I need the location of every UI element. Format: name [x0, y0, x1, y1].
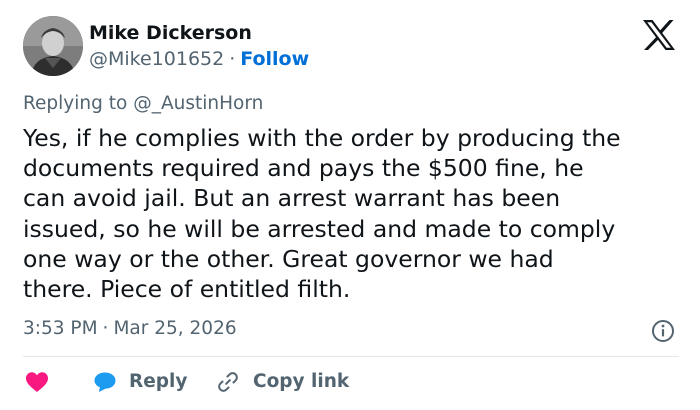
- avatar[interactable]: [23, 16, 83, 76]
- tweet-text: Yes, if he complies with the order by pr…: [23, 124, 621, 304]
- reply-label: Reply: [129, 371, 188, 392]
- follow-button[interactable]: Follow: [240, 48, 309, 70]
- separator-dot: ·: [102, 318, 109, 339]
- like-button[interactable]: [25, 370, 49, 394]
- info-icon[interactable]: [651, 319, 675, 343]
- x-logo-icon[interactable]: [642, 20, 676, 50]
- tweet-date[interactable]: Mar 25, 2026: [113, 318, 236, 339]
- reply-button[interactable]: Reply: [93, 370, 187, 394]
- replying-to: Replying to @_AustinHorn: [23, 92, 263, 116]
- copy-link-label: Copy link: [253, 371, 350, 392]
- timestamp-row: 3:53 PM · Mar 25, 2026: [23, 317, 237, 341]
- tweet-card: Mike Dickerson @Mike101652 · Follow Replyi…: [0, 0, 700, 410]
- separator-dot: ·: [229, 48, 236, 70]
- copy-link-button[interactable]: Copy link: [216, 370, 349, 394]
- link-icon: [218, 372, 238, 392]
- speech-bubble-icon: [94, 372, 116, 392]
- avatar-photo: [23, 16, 83, 76]
- heart-icon: [26, 372, 48, 392]
- divider: [23, 356, 679, 357]
- reply-mention-link[interactable]: @_AustinHorn: [133, 93, 263, 114]
- author-name[interactable]: Mike Dickerson: [89, 21, 252, 45]
- replying-prefix: Replying to: [23, 93, 128, 114]
- author-handle[interactable]: @Mike101652: [89, 48, 224, 70]
- tweet-time[interactable]: 3:53 PM: [23, 318, 98, 339]
- author-handle-row: @Mike101652 · Follow: [89, 47, 309, 71]
